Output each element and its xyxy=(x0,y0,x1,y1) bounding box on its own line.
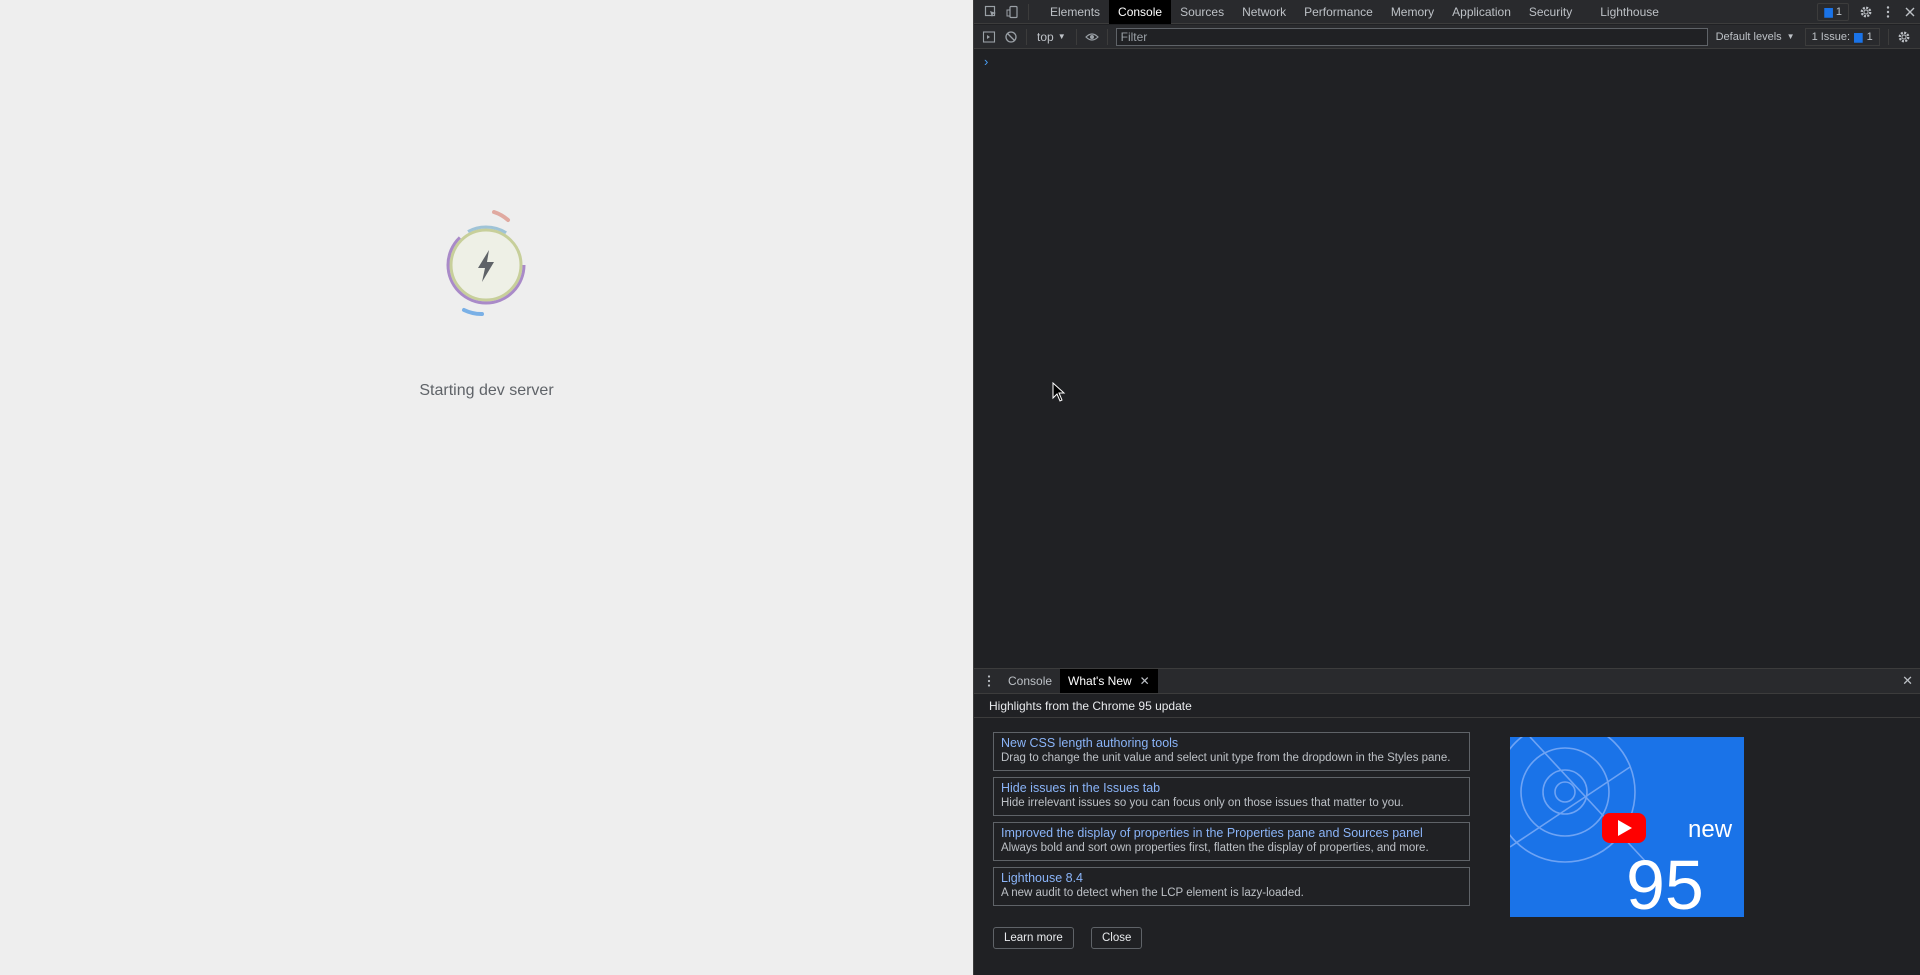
gear-icon[interactable] xyxy=(1855,1,1877,23)
video-number: 95 xyxy=(1626,846,1704,917)
tab-security[interactable]: Security xyxy=(1520,0,1581,24)
whats-new-panel: Highlights from the Chrome 95 update New… xyxy=(974,695,1920,975)
tab-lighthouse[interactable]: Lighthouse xyxy=(1591,0,1668,24)
feature-description: Hide irrelevant issues so you can focus … xyxy=(1001,797,1404,809)
feature-item[interactable]: Improved the display of properties in th… xyxy=(993,822,1470,861)
tab-sources[interactable]: Sources xyxy=(1171,0,1233,24)
drawer-tab-console[interactable]: Console xyxy=(1000,669,1060,693)
video-word: new xyxy=(1688,816,1733,843)
devtools-main-toolbar: Elements Console Sources Network Perform… xyxy=(974,0,1920,24)
toolbar-divider xyxy=(1887,28,1889,45)
console-prompt-icon: › xyxy=(984,54,989,69)
toolbar-divider xyxy=(1028,3,1029,20)
message-icon: ▆ xyxy=(1824,6,1833,18)
tab-memory[interactable]: Memory xyxy=(1382,0,1443,24)
inspect-element-icon[interactable] xyxy=(980,1,1002,23)
tab-console[interactable]: Console xyxy=(1109,0,1172,24)
whats-new-header: Highlights from the Chrome 95 update xyxy=(974,695,1920,718)
log-levels-label: Default levels xyxy=(1715,30,1782,43)
toolbar-divider xyxy=(1026,28,1027,45)
messages-badge[interactable]: ▆ 1 xyxy=(1817,2,1849,21)
console-toolbar: top ▼ Default levels ▼ 1 Issue: ▆ 1 xyxy=(974,25,1920,49)
feature-item[interactable]: Hide issues in the Issues tab Hide irrel… xyxy=(993,777,1470,816)
loading-spinner xyxy=(446,210,526,317)
issues-button[interactable]: 1 Issue: ▆ 1 xyxy=(1804,27,1880,46)
drawer-more-icon[interactable] xyxy=(978,670,1000,692)
drawer-tab-whats-new[interactable]: What's New ✕ xyxy=(1060,669,1158,693)
message-icon: ▆ xyxy=(1854,31,1863,43)
close-button[interactable]: Close xyxy=(1091,927,1143,949)
sidebar-toggle-icon[interactable] xyxy=(978,26,1000,48)
feature-item[interactable]: Lighthouse 8.4 A new audit to detect whe… xyxy=(993,867,1470,906)
feature-title[interactable]: Lighthouse 8.4 xyxy=(1001,871,1462,886)
feature-description: Always bold and sort own properties firs… xyxy=(1001,842,1429,854)
eye-icon[interactable] xyxy=(1081,26,1103,48)
devtools-panel: Elements Console Sources Network Perform… xyxy=(973,0,1920,975)
panel-tabs: Elements Console Sources Network Perform… xyxy=(1041,0,1668,24)
issues-count: 1 xyxy=(1866,30,1873,43)
tab-application[interactable]: Application xyxy=(1443,0,1520,24)
app-page: Starting dev server xyxy=(0,0,973,975)
feature-description: A new audit to detect when the LCP eleme… xyxy=(1001,887,1304,899)
tab-network[interactable]: Network xyxy=(1233,0,1295,24)
console-output[interactable]: › xyxy=(974,50,1920,668)
drawer-close-icon[interactable]: ✕ xyxy=(1902,673,1913,689)
feature-description: Drag to change the unit value and select… xyxy=(1001,752,1451,764)
context-selector[interactable]: top ▼ xyxy=(1031,30,1072,44)
drawer-tab-label: What's New xyxy=(1068,674,1132,688)
learn-more-button[interactable]: Learn more xyxy=(993,927,1074,949)
clear-console-icon[interactable] xyxy=(1000,26,1022,48)
feature-item[interactable]: New CSS length authoring tools Drag to c… xyxy=(993,732,1470,771)
feature-title[interactable]: Hide issues in the Issues tab xyxy=(1001,781,1462,796)
context-label: top xyxy=(1037,29,1054,44)
mouse-cursor-icon xyxy=(1052,382,1066,402)
chevron-down-icon: ▼ xyxy=(1786,32,1795,41)
drawer-toolbar: Console What's New ✕ ✕ xyxy=(974,668,1920,694)
tab-performance[interactable]: Performance xyxy=(1295,0,1382,24)
console-settings-gear-icon[interactable] xyxy=(1893,26,1915,48)
close-icon[interactable] xyxy=(1899,1,1920,23)
feature-title[interactable]: New CSS length authoring tools xyxy=(1001,736,1462,751)
tab-elements[interactable]: Elements xyxy=(1041,0,1109,24)
toolbar-divider xyxy=(1106,28,1108,45)
tab-close-icon[interactable]: ✕ xyxy=(1140,674,1150,688)
issues-label: 1 Issue: xyxy=(1811,30,1851,43)
messages-count: 1 xyxy=(1835,5,1842,18)
video-thumbnail[interactable]: new 95 xyxy=(1510,737,1744,917)
toolbar-divider xyxy=(1075,28,1077,45)
device-toolbar-icon[interactable] xyxy=(1002,1,1024,23)
more-options-icon[interactable] xyxy=(1877,1,1899,23)
log-levels-dropdown[interactable]: Default levels ▼ xyxy=(1716,31,1795,43)
chevron-down-icon: ▼ xyxy=(1057,32,1066,41)
chrome-95-artwork: new 95 xyxy=(1510,737,1744,917)
feature-title[interactable]: Improved the display of properties in th… xyxy=(1001,826,1462,841)
filter-input[interactable] xyxy=(1115,27,1708,46)
status-text: Starting dev server xyxy=(419,382,554,399)
